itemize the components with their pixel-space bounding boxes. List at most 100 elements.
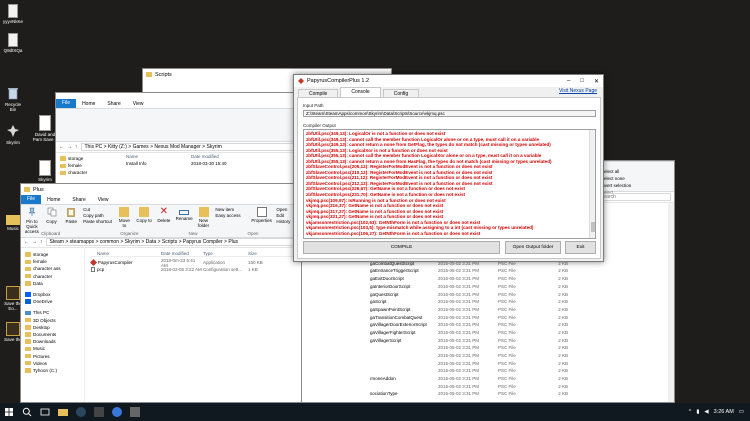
table-row[interactable]: gaQuestScript 2015-05-02 3:31 PM PSC File 2… bbox=[300, 290, 674, 298]
table-row[interactable]: 2015-05-02 3:31 PM PSC File 2 KB bbox=[300, 352, 674, 360]
pin-quick-access-button[interactable]: Pin to Quick access bbox=[24, 207, 40, 234]
clock[interactable]: 3:26 AM bbox=[714, 409, 734, 415]
nav-item[interactable]: Downloads bbox=[21, 338, 84, 345]
delete-button[interactable]: ✕ Delete bbox=[156, 207, 172, 224]
col-date[interactable]: Date modified bbox=[161, 251, 203, 256]
rename-button[interactable]: Rename bbox=[176, 207, 193, 221]
search-icon[interactable] bbox=[22, 407, 32, 417]
easy-access-button[interactable]: Easy access bbox=[215, 213, 246, 219]
maximize-button[interactable]: □ bbox=[580, 78, 584, 85]
col-name[interactable]: Name bbox=[91, 251, 161, 256]
table-row[interactable]: Install Info 2018-03-30 15:40 bbox=[116, 160, 299, 167]
tab-compile[interactable]: Compile bbox=[298, 89, 339, 97]
output-scrollbar[interactable] bbox=[589, 130, 595, 238]
address-path[interactable]: This PC > Kitty (Z:) > Games > Nexus Mod… bbox=[80, 143, 296, 151]
tab-home[interactable]: Home bbox=[76, 101, 101, 107]
desktop-icon-file-2[interactable]: Q9dtXQa bbox=[2, 33, 24, 53]
nexus-page-link[interactable]: Visit Nexus Page bbox=[559, 88, 597, 94]
nav-item[interactable]: OneDrive bbox=[21, 298, 84, 305]
volume-icon[interactable]: ◀ bbox=[704, 409, 708, 415]
col-size[interactable]: Size bbox=[248, 251, 257, 256]
app-icon-2[interactable] bbox=[130, 407, 140, 417]
table-row[interactable]: gaScript 2015-05-02 3:31 PM PSC File 2 KB bbox=[300, 298, 674, 306]
nav-item[interactable]: Dropbox bbox=[21, 291, 84, 298]
col-name[interactable]: Name bbox=[126, 154, 191, 159]
address-bar[interactable]: ← → ↑ This PC > Kitty (Z:) > Games > Nex… bbox=[56, 142, 299, 153]
nav-item-storage[interactable]: storage bbox=[56, 155, 116, 162]
table-row[interactable]: 2015-05-02 3:31 PM PSC File 2 KB bbox=[300, 382, 674, 390]
desktop-icon-skyrim[interactable]: Skyrim bbox=[2, 124, 24, 145]
nav-item-character[interactable]: character bbox=[56, 169, 116, 176]
nav-item[interactable]: character bbox=[21, 273, 84, 280]
file-explorer-icon[interactable] bbox=[58, 408, 68, 416]
nav-item[interactable]: Music bbox=[21, 345, 84, 352]
address-bar[interactable]: ← → ↑ Steam > steamapps > common > Skyri… bbox=[21, 237, 301, 248]
table-row[interactable]: PapyrusCompiler 2018-0m-23 5:41 AM Appli… bbox=[89, 258, 301, 268]
col-type[interactable]: Type bbox=[203, 251, 248, 256]
forward-arrow-icon[interactable]: → bbox=[67, 144, 72, 150]
scrollbar[interactable] bbox=[668, 203, 674, 402]
open-output-folder-button[interactable]: Open Output folder bbox=[505, 241, 561, 254]
nav-item-female[interactable]: female bbox=[56, 162, 116, 169]
copy-to-button[interactable]: Copy to bbox=[136, 207, 152, 223]
table-row[interactable]: gaExitDoorScript 2015-05-02 3:31 PM PSC Fi… bbox=[300, 275, 674, 283]
copy-button[interactable]: Copy bbox=[44, 207, 60, 224]
tab-config[interactable]: Config bbox=[382, 89, 420, 97]
table-row[interactable]: gaVillagerDoorExteriorScript 2015-05-02 3… bbox=[300, 321, 674, 329]
compile-button[interactable]: COMPILE bbox=[303, 241, 500, 254]
properties-button[interactable]: Properties bbox=[251, 207, 273, 223]
invert-selection-button[interactable]: Invert selection bbox=[601, 182, 661, 189]
nav-item[interactable]: Documents bbox=[21, 331, 84, 338]
back-arrow-icon[interactable]: ← bbox=[59, 144, 64, 150]
nav-item[interactable]: This PC bbox=[21, 309, 84, 316]
tab-file[interactable]: File bbox=[56, 99, 77, 108]
steam-icon[interactable] bbox=[76, 407, 86, 417]
address-path[interactable]: Steam > steamapps > common > Skyrim > Da… bbox=[45, 238, 298, 246]
app-icon[interactable] bbox=[94, 407, 104, 417]
table-row[interactable]: 2015-05-02 3:31 PM PSC File 2 KB bbox=[300, 359, 674, 367]
new-folder-button[interactable]: New folder bbox=[196, 207, 212, 228]
desktop-icon-file-1[interactable]: yyyvNkKe bbox=[2, 4, 24, 24]
nav-item[interactable]: Pictures bbox=[21, 352, 84, 359]
input-path-field[interactable]: Z:\Steam\SteamApps\common\Skyrim\Data\Sc… bbox=[303, 110, 596, 117]
papyrus-compiler-dialog[interactable]: PapyrusCompilerPlus 1.2 – □ ✕ Compile Co… bbox=[293, 74, 604, 262]
table-row[interactable]: pcp 2018-02-05 3:22 AM Configuration set… bbox=[91, 266, 301, 273]
tab-share[interactable]: Share bbox=[101, 101, 126, 107]
plus-explorer-window[interactable]: Plus File Home Share View Pin to Quick a… bbox=[20, 183, 302, 403]
table-row[interactable]: gaEntranceTriggerScript 2015-05-02 3:31 P… bbox=[300, 267, 674, 275]
nav-item[interactable]: Data bbox=[21, 280, 84, 287]
nav-item[interactable]: Videos bbox=[21, 360, 84, 367]
up-arrow-icon[interactable]: ↑ bbox=[40, 239, 43, 245]
paste-button[interactable]: Paste bbox=[63, 207, 79, 224]
tab-home[interactable]: Home bbox=[41, 197, 66, 203]
back-arrow-icon[interactable]: ← bbox=[24, 239, 29, 245]
search-input[interactable]: Search bbox=[596, 193, 671, 201]
paste-shortcut-button[interactable]: Paste shortcut bbox=[83, 219, 112, 225]
select-none-button[interactable]: Select none bbox=[601, 175, 661, 182]
nav-item[interactable]: storage bbox=[21, 251, 84, 258]
skyrim-explorer-window[interactable]: File Home Share View ← → ↑ This PC > Kit… bbox=[55, 92, 300, 187]
col-date[interactable]: Date modified bbox=[191, 154, 219, 159]
table-row[interactable]: gaSpawnPointScript 2015-05-02 3:31 PM PSC … bbox=[300, 306, 674, 314]
task-view-icon[interactable] bbox=[40, 407, 50, 417]
table-row[interactable]: gaInteriorDoorScript 2015-05-02 3:31 PM PS… bbox=[300, 283, 674, 291]
network-icon[interactable]: ▮ bbox=[696, 409, 699, 415]
windows-start-icon[interactable] bbox=[4, 407, 14, 417]
move-to-button[interactable]: Move to bbox=[117, 207, 133, 228]
tab-view[interactable]: View bbox=[127, 101, 150, 107]
scrollbar-thumb[interactable] bbox=[591, 222, 595, 232]
tab-console[interactable]: Console bbox=[340, 87, 381, 97]
exit-button[interactable]: Exit bbox=[565, 241, 596, 254]
nav-item[interactable]: character ass bbox=[21, 265, 84, 272]
table-row[interactable]: 2015-05-02 3:31 PM PSC File 2 KB bbox=[300, 344, 674, 352]
close-button[interactable]: ✕ bbox=[594, 78, 599, 85]
tab-view[interactable]: View bbox=[92, 197, 115, 203]
nav-item[interactable]: female bbox=[21, 258, 84, 265]
select-all-button[interactable]: Select all bbox=[601, 168, 661, 175]
compiler-output-box[interactable]: zbfUtil.psc(349,13): LogicalOr is not a … bbox=[303, 129, 596, 239]
tray-chevron-icon[interactable]: ^ bbox=[689, 409, 692, 415]
forward-arrow-icon[interactable]: → bbox=[32, 239, 37, 245]
table-row[interactable]: gaTransitionCombatQuest 2015-05-02 3:31 P… bbox=[300, 313, 674, 321]
minimize-button[interactable]: – bbox=[567, 78, 570, 85]
table-row[interactable]: 2015-05-02 3:31 PM PSC File 2 KB bbox=[300, 367, 674, 375]
